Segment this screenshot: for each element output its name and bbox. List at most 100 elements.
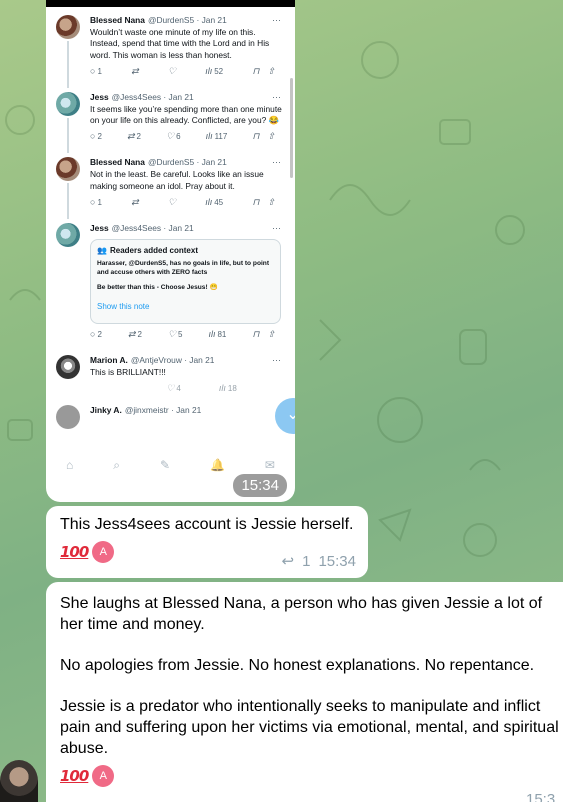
tweet-text: It seems like you’re spending more than … <box>90 103 282 126</box>
notifications-icon[interactable]: 🔔 <box>210 459 225 471</box>
hundred-points-icon: 100 <box>60 766 89 785</box>
heart-icon: ♡ <box>167 329 176 340</box>
share-icon: ⇧ <box>267 131 275 142</box>
avatar <box>56 405 80 430</box>
tweet[interactable]: Jess @Jess4Sees · Jan 21 ··· It seems like… <box>56 84 287 154</box>
message-text: This Jess4sees account is Jessie herself… <box>60 516 354 533</box>
search-icon[interactable]: ⌕ <box>113 459 120 471</box>
avatar <box>56 157 80 182</box>
avatar <box>56 355 80 380</box>
reply-icon: ○ <box>90 131 96 142</box>
share-icon: ⇧ <box>267 329 275 340</box>
community-note-title: Readers added context <box>109 246 198 256</box>
reaction-avatar: A <box>92 541 115 563</box>
avatar <box>56 15 80 39</box>
phone-status-bar <box>46 0 295 7</box>
bookmark-icon: ⊓ <box>252 197 260 208</box>
tweet[interactable]: Jess @Jess4Sees · Jan 21 ··· 👥 Readers adde… <box>56 215 287 347</box>
tweet-author-name: Blessed Nana <box>90 157 145 168</box>
more-icon: ··· <box>272 15 281 25</box>
tweet-handle: @jinxmeistr · Jan 21 <box>124 405 202 416</box>
reactions[interactable]: 100 A <box>60 765 562 787</box>
retweet-icon: ⇄ <box>126 131 135 142</box>
tweet-text: This is BRILLIANT!!! <box>90 367 166 378</box>
avatar <box>56 91 80 116</box>
tweet-actions: ○ 1 ⇄ ♡ ılı 52 ⊓ ⇧ <box>90 65 275 76</box>
reply-count: 1 <box>302 553 311 570</box>
bookmark-icon: ⊓ <box>252 65 260 76</box>
reaction-avatar: A <box>92 765 115 787</box>
home-icon[interactable]: ⌂ <box>66 459 73 471</box>
more-icon: ··· <box>272 91 281 102</box>
tweet-thread: Blessed Nana @DurdenS5 · Jan 21 ··· Wouldn… <box>46 7 295 430</box>
tweet-actions: ♡ 4 ılı 18 <box>166 383 237 394</box>
share-icon: ⇧ <box>267 197 275 208</box>
more-icon: ··· <box>272 157 281 168</box>
views-icon: ılı <box>205 131 213 142</box>
tweet-author-name: Blessed Nana <box>90 15 145 25</box>
messages-icon[interactable]: ✉ <box>265 459 275 471</box>
thread-line <box>67 117 69 154</box>
thread-line <box>67 41 69 88</box>
reply-icon: ○ <box>90 329 96 340</box>
compose-icon[interactable]: ✎ <box>160 459 170 471</box>
bookmark-icon: ⊓ <box>252 329 260 340</box>
scrollbar[interactable] <box>290 78 293 178</box>
views-icon: ılı <box>205 65 213 76</box>
message-paragraph: She laughs at Blessed Nana, a person who… <box>60 595 543 633</box>
tweet-text: Wouldn’t waste one minute of my life on … <box>90 27 270 60</box>
tweet-actions: ○ 1 ⇄ ♡ ılı 45 ⊓ ⇧ <box>90 197 275 208</box>
screenshot-message[interactable]: Blessed Nana @DurdenS5 · Jan 21 ··· Wouldn… <box>46 0 295 502</box>
message-time: 15:34 <box>233 474 287 497</box>
message-paragraph: Jessie is a predator who intentionally s… <box>60 698 559 757</box>
tweet-author-name: Jinky A. <box>90 405 122 416</box>
community-note-text: Harasser, @DurdenS5, has no goals in lif… <box>97 260 270 277</box>
tweet-author-name: Marion A. <box>90 355 128 366</box>
views-icon: ılı <box>208 329 216 340</box>
retweet-icon: ⇄ <box>131 65 139 76</box>
avatar <box>56 223 80 248</box>
tweet-text: Not in the least. Be careful. Looks like… <box>90 169 264 191</box>
message-paragraph: No apologies from Jessie. No honest expl… <box>60 657 535 674</box>
tweet-author-name: Jess <box>90 223 109 234</box>
reply-arrow-icon[interactable]: ↩ <box>282 551 295 572</box>
tweet-actions: ○ 2 ⇄ 2 ♡ 5 ılı 81 ⊓ ⇧ <box>90 329 275 340</box>
thread-line <box>67 183 69 220</box>
people-icon: 👥 <box>97 246 107 256</box>
heart-icon: ♡ <box>167 197 176 208</box>
message-time: 15:34 <box>318 553 356 570</box>
views-icon: ılı <box>205 197 213 208</box>
tweet-actions: ○ 2 ⇄ 2 ♡ 6 ılı 117 ⊓ ⇧ <box>90 131 275 142</box>
more-icon: ··· <box>272 355 281 366</box>
message-time: 15:3 <box>526 791 556 802</box>
sender-avatar[interactable] <box>0 760 38 802</box>
bookmark-icon: ⊓ <box>252 131 260 142</box>
tweet[interactable]: Jinky A. @jinxmeistr · Jan 21 <box>56 401 287 430</box>
chat-message[interactable]: She laughs at Blessed Nana, a person who… <box>46 582 563 802</box>
chat-message[interactable]: This Jess4sees account is Jessie herself… <box>46 506 368 578</box>
heart-icon: ♡ <box>167 65 176 76</box>
community-note-text: Be better than this - Choose Jesus! 😁 <box>97 284 218 292</box>
tweet-author-name: Jess <box>90 91 109 102</box>
tweet-handle: @Jess4Sees · Jan 21 <box>111 223 194 234</box>
tweet-handle: @DurdenS5 · Jan 21 <box>147 15 227 25</box>
share-icon: ⇧ <box>267 65 275 76</box>
tweet-handle: @Jess4Sees · Jan 21 <box>111 91 194 102</box>
tweet-handle: @DurdenS5 · Jan 21 <box>147 157 227 168</box>
retweet-icon: ⇄ <box>127 329 136 340</box>
message-meta: ↩ 1 15:34 <box>282 551 356 572</box>
community-note[interactable]: 👥 Readers added context Harasser, @Durden… <box>90 239 281 325</box>
hundred-points-icon: 100 <box>60 542 89 561</box>
reply-icon: ○ <box>90 197 96 208</box>
heart-icon: ♡ <box>165 131 175 142</box>
retweet-icon: ⇄ <box>131 197 139 208</box>
tweet[interactable]: Blessed Nana @DurdenS5 · Jan 21 ··· Not in… <box>56 149 287 220</box>
tweet-handle: @AntjeVrouw · Jan 21 <box>130 355 215 366</box>
tweet[interactable]: Blessed Nana @DurdenS5 · Jan 21 ··· Wouldn… <box>56 7 287 88</box>
tweet[interactable]: Marion A. @AntjeVrouw · Jan 21 ··· This is… <box>56 347 287 401</box>
more-icon: ··· <box>272 223 281 234</box>
show-note-link[interactable]: Show this note <box>97 302 272 311</box>
heart-icon: ♡ <box>166 383 175 394</box>
views-icon: ılı <box>218 383 226 394</box>
reply-icon: ○ <box>90 65 96 76</box>
